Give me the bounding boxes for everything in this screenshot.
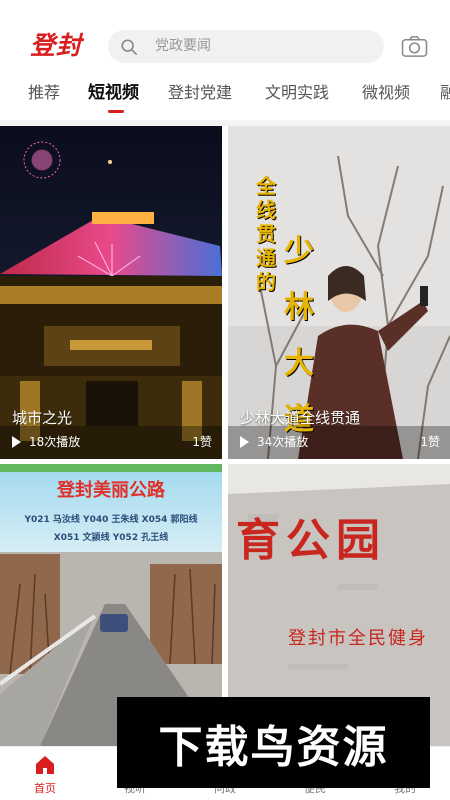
video-meta: 18次播放 1赞 [12,433,212,450]
route-list-line2: X051 文颍线 Y052 孔王线 [53,533,169,543]
sign-text: 育公园 [236,515,386,566]
category-tabs: 推荐 短视频 登封党建 文明实践 微视频 融 [0,72,450,118]
banner-title: 登封美丽公路 [57,480,165,501]
play-count: 18次播放 [29,435,81,449]
app-logo[interactable]: 登封 [30,26,82,62]
play-icon [240,435,249,448]
play-icon [12,435,21,448]
watermark-banner: 下载鸟资源 [117,697,430,788]
watermark-text: 下载鸟资源 [158,721,389,773]
video-title: 城市之光 [12,409,73,427]
home-icon [36,756,54,774]
camera-icon[interactable] [401,35,428,58]
nav-home[interactable]: 首页 [15,753,75,796]
tab-civilization-practice[interactable]: 文明实践 [265,80,329,106]
like-count: 1赞 [192,435,212,449]
top-header: 登封 党政要闻 [0,0,450,70]
nav-label: 首页 [34,782,56,795]
video-title: 少林大道全线贯通 [240,409,361,427]
play-count: 34次播放 [257,435,309,449]
video-meta: 34次播放 1赞 [240,433,440,450]
search-input[interactable]: 党政要闻 [155,36,211,57]
search-icon [121,39,138,56]
video-card-shaolin-avenue[interactable]: 全线贯通的 少林大道 少林大道全线贯通 34次播放 1赞 [228,126,450,459]
active-tab-indicator [108,110,124,113]
tab-micro-video[interactable]: 微视频 [362,80,410,106]
tab-recommend[interactable]: 推荐 [28,80,60,106]
like-count: 1赞 [420,435,440,449]
overlay-caption-left: 全线贯通的 [256,174,276,294]
sign-subtext: 登封市全民健身 [288,628,428,649]
video-card-city-light[interactable]: 城市之光 18次播放 1赞 [0,126,222,459]
tab-more[interactable]: 融 [440,80,450,106]
route-list-line1: Y021 马汝线 Y040 王朱线 X054 郭阳线 [24,515,198,525]
tab-party-building[interactable]: 登封党建 [168,80,232,106]
tab-short-video[interactable]: 短视频 [88,80,139,106]
search-bar[interactable]: 党政要闻 [108,30,384,63]
